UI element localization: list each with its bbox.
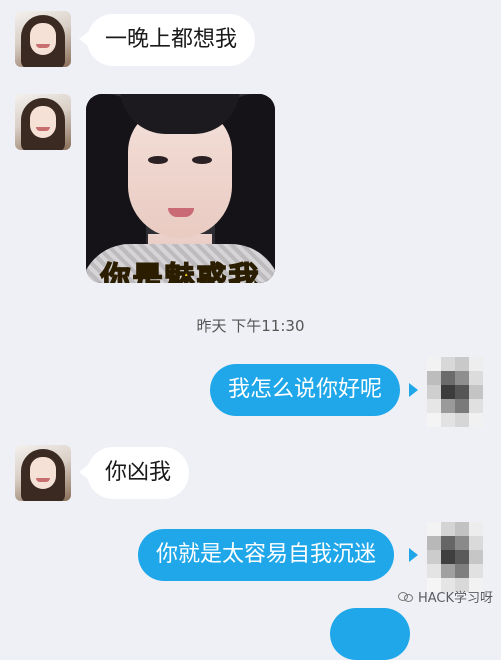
self-avatar-pixelated[interactable] (427, 522, 483, 592)
outgoing-message-bubble[interactable]: 我怎么说你好呢 (210, 364, 401, 416)
wechat-icon (397, 591, 414, 603)
outgoing-message-bubble[interactable]: 你就是太容易自我沉迷 (138, 529, 395, 581)
chat-timestamp: 昨天 下午11:30 (196, 317, 305, 335)
sticker-image-message[interactable]: 你是魅惑我 (86, 94, 275, 283)
avatar-face (30, 457, 56, 489)
avatar-smile (36, 44, 50, 48)
sticker-caption: 你是魅惑我 (100, 261, 261, 283)
incoming-message-bubble[interactable]: 一晚上都想我 (87, 14, 256, 66)
avatar-smile (36, 127, 50, 131)
contact-avatar[interactable] (15, 94, 71, 150)
avatar-face (30, 23, 56, 55)
bubble-tail (409, 383, 418, 397)
incoming-message-bubble[interactable]: 你凶我 (87, 447, 190, 499)
avatar-smile (36, 478, 50, 482)
bubble-tail (409, 548, 418, 562)
watermark: HACK学习呀 (397, 587, 493, 606)
sticker-eye-right (192, 156, 212, 164)
contact-avatar[interactable] (15, 11, 71, 67)
contact-avatar[interactable] (15, 445, 71, 501)
sticker-eye-left (148, 156, 168, 164)
avatar-face (30, 106, 56, 138)
watermark-text: HACK学习呀 (417, 591, 493, 606)
self-avatar-pixelated[interactable] (427, 357, 483, 427)
outgoing-message-bubble-partial[interactable] (330, 608, 410, 660)
